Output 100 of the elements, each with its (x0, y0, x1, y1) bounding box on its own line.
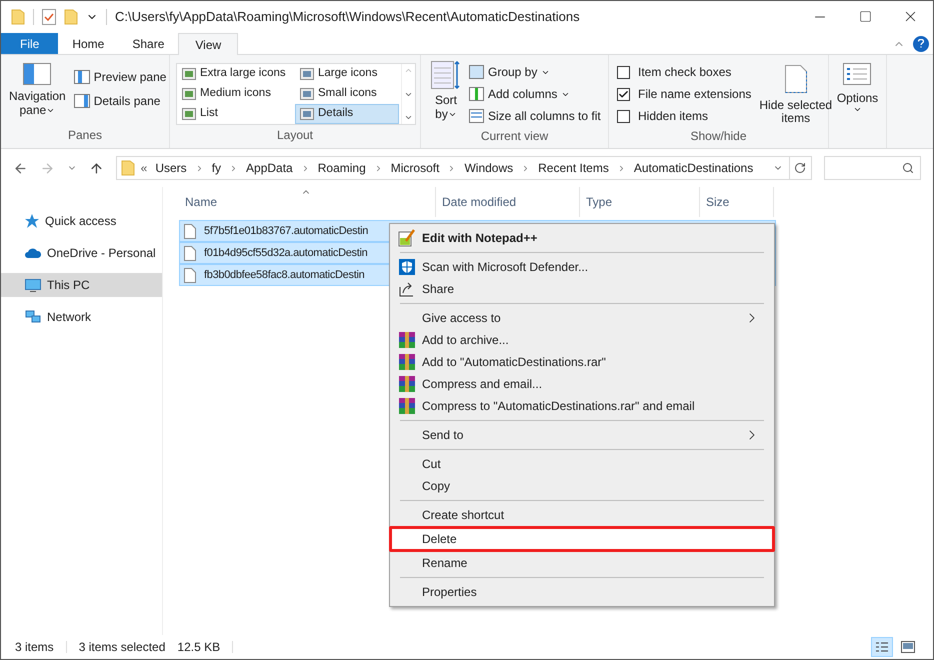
pane-button[interactable]: Details pane (74, 91, 166, 111)
monitor-icon (25, 278, 41, 292)
ribbon-tab[interactable]: File (1, 33, 58, 54)
layout-option[interactable]: Large icons (295, 64, 399, 84)
refresh-icon[interactable] (794, 162, 806, 174)
column-header[interactable]: Size (700, 187, 774, 217)
ribbon-tab[interactable]: Home (58, 33, 118, 54)
network-icon (25, 310, 41, 324)
pane-layout-icon (74, 94, 90, 108)
sidebar-item[interactable]: Quick access (1, 209, 162, 233)
notepad-icon (398, 229, 416, 247)
cloud-icon (25, 248, 41, 258)
layout-option[interactable]: Medium icons (177, 84, 295, 104)
menu-item[interactable]: Create shortcut (389, 504, 775, 526)
checkbox[interactable] (617, 66, 630, 78)
search-field[interactable] (824, 156, 921, 180)
checkbox[interactable] (617, 88, 630, 100)
column-header[interactable]: Name (179, 187, 436, 217)
columns-icon (469, 109, 484, 123)
folder-icon (120, 160, 135, 176)
menu-item[interactable]: Compress and email... (389, 373, 775, 395)
maximize-icon[interactable] (859, 10, 872, 23)
breadcrumb[interactable]: AutomaticDestinations (632, 159, 756, 177)
layout-option[interactable]: Details (295, 104, 399, 124)
view-button[interactable]: Add columns (469, 83, 601, 105)
sort-icon (431, 61, 461, 89)
checkbox[interactable] (617, 110, 630, 122)
archive-icon (399, 354, 415, 370)
up-icon[interactable] (88, 160, 104, 176)
check-icon (618, 88, 629, 100)
group-label: Panes (66, 127, 104, 144)
navigation-pane-button[interactable]: Navigation pane (9, 63, 66, 126)
menu-item[interactable]: Share (389, 278, 775, 300)
properties-icon[interactable] (42, 9, 56, 25)
address-bar[interactable]: « Users fy AppData Roaming Microsoft Windows Recent Items AutomaticDestinations (116, 156, 812, 180)
menu-item[interactable]: Add to "AutomaticDestinations.rar" (389, 351, 775, 373)
item-count: 3 items (15, 639, 54, 656)
menu-item[interactable]: Compress to "AutomaticDestinations.rar" and email (389, 395, 775, 417)
file-name: f01b4d95cf55d32a.automaticDestin (204, 246, 368, 261)
menu-item[interactable]: Add to archive... (389, 329, 775, 351)
layout-option[interactable]: Extra large icons (177, 64, 295, 84)
window-title: C:\Users\fy\AppData\Roaming\Microsoft\Windows\Recent\AutomaticDestinations (115, 8, 580, 26)
view-button[interactable]: Size all columns to fit (469, 105, 601, 127)
menu-item[interactable]: Rename (389, 552, 775, 574)
breadcrumb[interactable]: Recent Items (536, 159, 611, 177)
breadcrumb[interactable]: Windows (462, 159, 516, 177)
breadcrumb[interactable]: Users (153, 159, 189, 177)
menu-item[interactable]: Give access to (389, 307, 775, 329)
view-icon (182, 68, 196, 80)
hide-selected-items-button[interactable]: Hide selected items (759, 61, 832, 127)
sidebar-item[interactable]: Network (1, 305, 162, 329)
star-icon (25, 214, 39, 228)
breadcrumb[interactable]: Microsoft (388, 159, 442, 177)
breadcrumb[interactable]: AppData (244, 159, 295, 177)
menu-item[interactable]: Properties (389, 581, 775, 603)
shield-icon (399, 259, 415, 275)
share-icon (399, 281, 415, 297)
menu-item[interactable]: Edit with Notepad++ (389, 227, 775, 249)
breadcrumb[interactable]: Roaming (316, 159, 368, 177)
view-icon (300, 108, 314, 120)
file-icon (184, 268, 196, 282)
new-folder-icon (64, 9, 78, 25)
breadcrumb-overflow[interactable]: « (140, 159, 148, 177)
group-label: Current view (480, 128, 550, 145)
sort-by-button[interactable]: Sort by (431, 61, 461, 127)
selection-size: 12.5 KB (177, 639, 220, 656)
menu-item[interactable]: Send to (389, 424, 775, 446)
sidebar-item[interactable]: This PC (1, 273, 162, 297)
column-header[interactable]: Date modified (436, 187, 580, 217)
view-icon (182, 108, 196, 120)
archive-icon (399, 398, 415, 414)
breadcrumb[interactable]: fy (210, 159, 224, 177)
sidebar-item[interactable]: OneDrive - Personal (1, 241, 162, 265)
options-button[interactable]: Options (836, 63, 878, 114)
layout-option[interactable]: Small icons (295, 84, 399, 104)
details-view-icon[interactable] (871, 637, 893, 657)
file-name: 5f7b5f1e01b83767.automaticDestin (204, 224, 368, 239)
menu-item[interactable]: Scan with Microsoft Defender... (389, 256, 775, 278)
view-button[interactable]: Group by (469, 61, 601, 83)
checkbox-label: Hidden items (638, 108, 708, 125)
menu-item[interactable]: Copy (389, 475, 775, 497)
column-header[interactable]: Type (580, 187, 700, 217)
back-icon[interactable] (13, 160, 28, 176)
expand-icon[interactable] (404, 113, 413, 122)
checklist-icon (843, 63, 872, 85)
layout-option[interactable]: List (177, 104, 295, 124)
menu-item[interactable]: Delete (389, 526, 775, 552)
help-icon[interactable] (913, 36, 929, 52)
view-icon (182, 88, 196, 100)
menu-item[interactable]: Cut (389, 453, 775, 475)
pane-button[interactable]: Preview pane (74, 67, 166, 87)
file-icon (184, 246, 196, 260)
ribbon-tab[interactable]: View (178, 33, 238, 55)
folder-icon (11, 9, 25, 25)
view-icon (300, 68, 314, 80)
search-icon (902, 162, 914, 174)
columns-icon (469, 87, 484, 101)
pane-layout-icon (74, 70, 90, 84)
ribbon-tab[interactable]: Share (118, 33, 178, 54)
page-icon (784, 65, 807, 93)
